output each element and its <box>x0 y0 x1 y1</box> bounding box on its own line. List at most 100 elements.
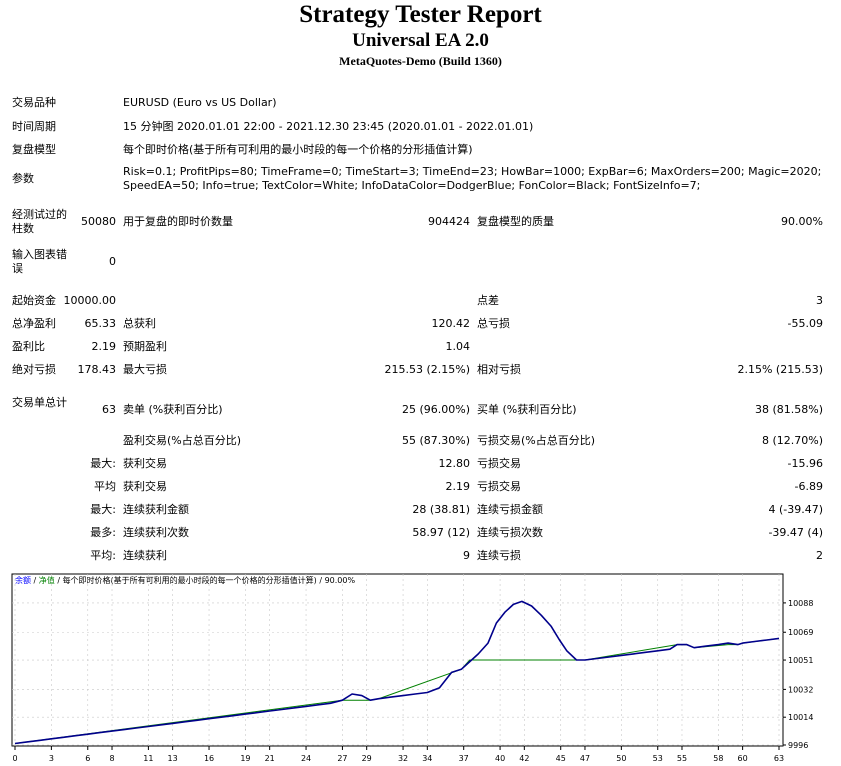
max-drawdown-value: 215.53 (2.15%) <box>384 363 470 376</box>
x-tick-label: 21 <box>265 754 275 763</box>
x-tick-label: 53 <box>653 754 663 763</box>
spread-label: 点差 <box>477 294 499 307</box>
x-tick-label: 34 <box>422 754 432 763</box>
net-profit-value: 65.33 <box>84 317 117 330</box>
cons-wins-count-label: 连续获利次数 <box>123 526 189 539</box>
avg-cons-win-value: 9 <box>463 549 470 562</box>
payoff-value: 1.04 <box>445 340 471 353</box>
x-tick-label: 32 <box>398 754 408 763</box>
short-trades-value: 25 (96.00%) <box>401 403 470 416</box>
long-trades-label: 买单 (%获利百分比) <box>477 403 577 416</box>
spread-value: 3 <box>816 294 823 307</box>
params-line-2: SpeedEA=50; Info=true; TextColor=White; … <box>123 179 701 192</box>
avg-loss-value: -6.89 <box>794 480 823 493</box>
avg-cons-loss-value: 2 <box>816 549 823 562</box>
params-label: 参数 <box>12 172 34 185</box>
largest-win-value: 12.80 <box>438 457 471 470</box>
x-tick-label: 42 <box>519 754 529 763</box>
avg-win-label: 获利交易 <box>123 480 167 493</box>
y-tick-label: 10088 <box>788 599 813 608</box>
avg-loss-label: 亏损交易 <box>477 480 521 493</box>
avg-win-value: 2.19 <box>445 480 471 493</box>
gross-loss-value: -55.09 <box>787 317 823 330</box>
gross-profit-value: 120.42 <box>431 317 471 330</box>
x-tick-label: 27 <box>337 754 347 763</box>
deposit-label: 起始资金 <box>12 294 56 307</box>
x-tick-label: 8 <box>109 754 114 763</box>
x-tick-label: 16 <box>204 754 214 763</box>
x-tick-label: 6 <box>85 754 90 763</box>
ea-name: Universal EA 2.0 <box>352 30 489 51</box>
x-tick-label: 24 <box>301 754 311 763</box>
profit-factor-value: 2.19 <box>91 340 117 353</box>
long-trades-value: 38 (81.58%) <box>754 403 823 416</box>
params-line-1: Risk=0.1; ProfitPips=80; TimeFrame=0; Ti… <box>123 165 822 178</box>
x-tick-label: 47 <box>580 754 590 763</box>
total-trades-label: 交易单总计 <box>12 396 67 409</box>
total-trades-value: 63 <box>102 403 116 416</box>
model-label: 复盘模型 <box>12 143 56 156</box>
profit-factor-label: 盈利比 <box>12 340 45 353</box>
short-trades-label: 卖单 (%获利百分比) <box>123 403 223 416</box>
y-tick-label: 10032 <box>788 685 813 694</box>
cons-loss-count-value: -39.47 (4) <box>768 526 823 539</box>
cons-wins-count-value: 58.97 (12) <box>412 526 470 539</box>
loss-trades-value: 8 (12.70%) <box>761 434 823 447</box>
legend-sep: / <box>31 576 39 585</box>
model-value: 每个即时价格(基于所有可利用的最小时段的每一个价格的分形插值计算) <box>123 143 473 156</box>
x-tick-label: 3 <box>49 754 54 763</box>
x-tick-label: 55 <box>677 754 687 763</box>
largest-label: 最大: <box>90 457 116 470</box>
avg-cons-win-label: 连续获利 <box>123 549 167 562</box>
cons-loss-amount-value: 4 (-39.47) <box>768 503 823 516</box>
symbol-label: 交易品种 <box>12 96 56 109</box>
rel-drawdown-label: 相对亏损 <box>477 363 521 376</box>
x-tick-label: 45 <box>556 754 566 763</box>
x-tick-label: 11 <box>143 754 153 763</box>
largest-loss-value: -15.96 <box>787 457 823 470</box>
x-tick-label: 29 <box>362 754 372 763</box>
errors-label: 输入图表错误 <box>12 248 67 275</box>
server-name: MetaQuotes-Demo (Build 1360) <box>339 54 502 68</box>
x-tick-label: 50 <box>616 754 626 763</box>
payoff-label: 预期盈利 <box>123 340 167 353</box>
cons-loss-count-label: 连续亏损次数 <box>477 526 543 539</box>
x-tick-label: 19 <box>240 754 250 763</box>
ticks-value: 904424 <box>428 215 470 228</box>
y-tick-label: 9996 <box>788 741 808 750</box>
y-tick-label: 10069 <box>788 628 813 637</box>
y-tick-label: 10014 <box>788 713 813 722</box>
x-tick-label: 37 <box>459 754 469 763</box>
avg-cons-loss-label: 连续亏损 <box>477 549 521 562</box>
cons-wins-amount-label: 连续获利金额 <box>123 503 189 516</box>
deposit-value: 10000.00 <box>63 294 117 307</box>
report-title: Strategy Tester Report <box>299 1 542 28</box>
average2-label: 平均: <box>90 549 116 562</box>
bars-value: 50080 <box>81 215 116 228</box>
ticks-label: 用于复盘的即时价数量 <box>123 215 233 228</box>
cons-wins-amount-value: 28 (38.81) <box>412 503 470 516</box>
quality-value: 90.00% <box>781 215 823 228</box>
gross-profit-label: 总获利 <box>123 317 156 330</box>
net-profit-label: 总净盈利 <box>12 317 56 330</box>
abs-drawdown-value: 178.43 <box>77 363 117 376</box>
balance-chart: 余额 / 净值 / 每个即时价格(基于所有可利用的最小时段的每一个价格的分形插值… <box>11 573 829 766</box>
profit-trades-value: 55 (87.30%) <box>401 434 470 447</box>
symbol-value: EURUSD (Euro vs US Dollar) <box>123 96 277 109</box>
most-label: 最多: <box>90 526 116 539</box>
loss-trades-label: 亏损交易(%占总百分比) <box>477 434 596 447</box>
x-tick-label: 13 <box>168 754 178 763</box>
profit-trades-label: 盈利交易(%占总百分比) <box>123 434 242 447</box>
quality-label: 复盘模型的质量 <box>477 215 554 228</box>
chart-legend: 余额 / 净值 / 每个即时价格(基于所有可利用的最小时段的每一个价格的分形插值… <box>15 575 355 585</box>
x-tick-label: 58 <box>713 754 723 763</box>
errors-value: 0 <box>109 255 116 268</box>
y-tick-label: 10051 <box>788 656 813 665</box>
legend-equity: 净值 <box>39 575 55 585</box>
rel-drawdown-value: 2.15% (215.53) <box>737 363 823 376</box>
period-label: 时间周期 <box>12 120 56 133</box>
period-value: 15 分钟图 2020.01.01 22:00 - 2021.12.30 23:… <box>123 120 534 133</box>
x-tick-label: 0 <box>12 754 17 763</box>
x-tick-label: 40 <box>495 754 505 763</box>
average-label: 平均 <box>94 480 116 493</box>
